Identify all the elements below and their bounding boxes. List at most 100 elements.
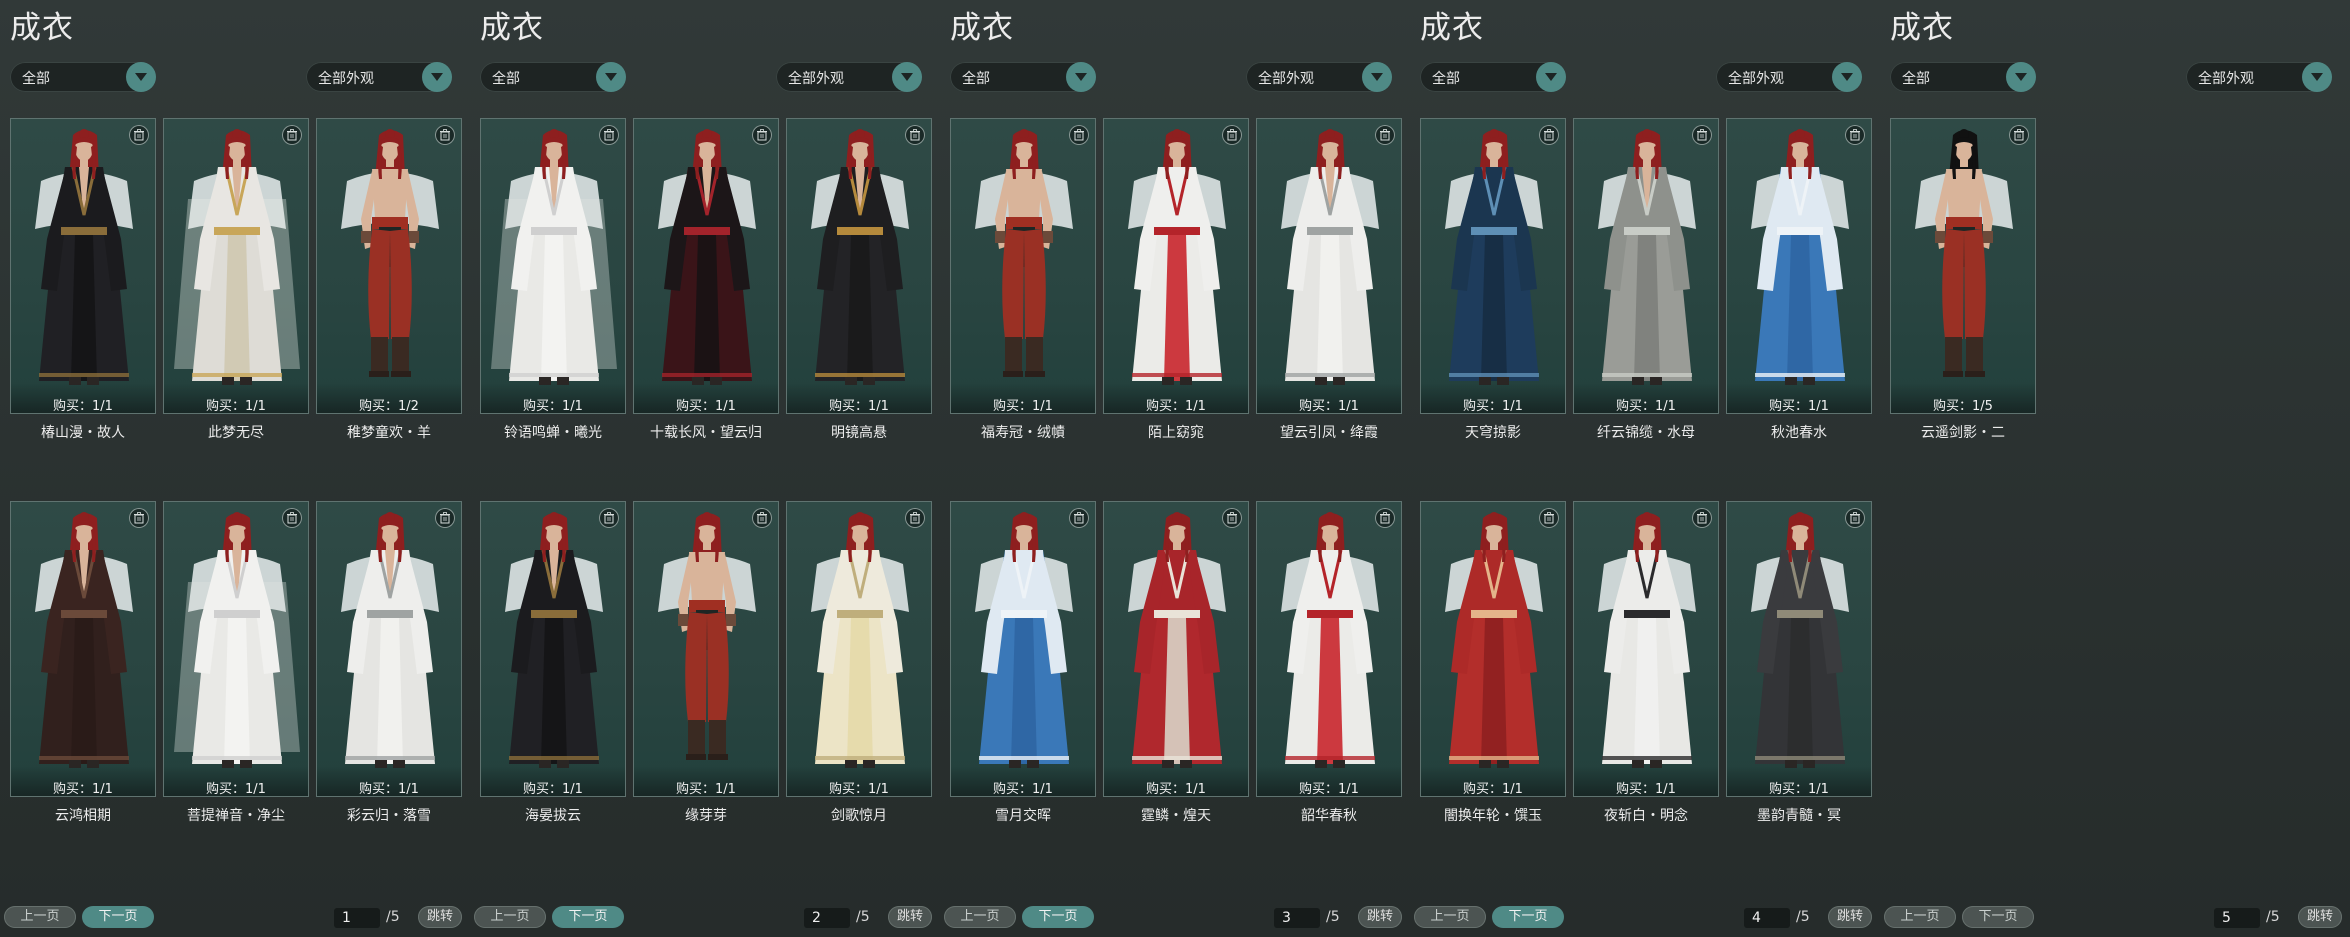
outfit-preview[interactable] xyxy=(633,501,779,797)
appearance-filter-dropdown[interactable]: 全部外观 xyxy=(1246,62,1392,92)
outfit-preview[interactable] xyxy=(633,118,779,414)
outfit-card[interactable]: 购买：1/1 剑歌惊月 xyxy=(786,501,932,824)
outfit-preview[interactable] xyxy=(163,118,309,414)
outfit-preview[interactable] xyxy=(1890,118,2036,414)
prev-page-button[interactable]: 上一页 xyxy=(1414,906,1486,928)
outfit-preview[interactable] xyxy=(1256,118,1402,414)
prev-page-button[interactable]: 上一页 xyxy=(4,906,76,928)
trash-icon[interactable] xyxy=(752,508,772,528)
page-number-input[interactable]: 5 xyxy=(2214,908,2260,928)
trash-icon[interactable] xyxy=(435,508,455,528)
trash-icon[interactable] xyxy=(599,125,619,145)
next-page-button[interactable]: 下一页 xyxy=(1492,906,1564,928)
outfit-preview[interactable] xyxy=(1726,501,1872,797)
jump-button[interactable]: 跳转 xyxy=(1828,906,1872,928)
outfit-card[interactable]: 购买：1/1 十载长风・望云归 xyxy=(633,118,779,441)
outfit-preview[interactable] xyxy=(10,118,156,414)
chevron-down-icon[interactable] xyxy=(1362,62,1392,92)
outfit-card[interactable]: 购买：1/1 纤云锦缆・水母 xyxy=(1573,118,1719,441)
appearance-filter-dropdown[interactable]: 全部外观 xyxy=(306,62,452,92)
prev-page-button[interactable]: 上一页 xyxy=(1884,906,1956,928)
chevron-down-icon[interactable] xyxy=(1066,62,1096,92)
chevron-down-icon[interactable] xyxy=(892,62,922,92)
trash-icon[interactable] xyxy=(2009,125,2029,145)
trash-icon[interactable] xyxy=(752,125,772,145)
trash-icon[interactable] xyxy=(1375,508,1395,528)
category-filter-dropdown[interactable]: 全部 xyxy=(1420,62,1566,92)
outfit-preview[interactable] xyxy=(163,501,309,797)
outfit-card[interactable]: 购买：1/1 霆鳞・煌天 xyxy=(1103,501,1249,824)
jump-button[interactable]: 跳转 xyxy=(2298,906,2342,928)
outfit-preview[interactable] xyxy=(950,118,1096,414)
chevron-down-icon[interactable] xyxy=(126,62,156,92)
trash-icon[interactable] xyxy=(1845,508,1865,528)
trash-icon[interactable] xyxy=(1069,125,1089,145)
outfit-card[interactable]: 购买：1/1 彩云归・落雪 xyxy=(316,501,462,824)
jump-button[interactable]: 跳转 xyxy=(888,906,932,928)
trash-icon[interactable] xyxy=(435,125,455,145)
next-page-button[interactable]: 下一页 xyxy=(1962,906,2034,928)
outfit-card[interactable]: 购买：1/1 云鸿相期 xyxy=(10,501,156,824)
chevron-down-icon[interactable] xyxy=(596,62,626,92)
category-filter-dropdown[interactable]: 全部 xyxy=(950,62,1096,92)
trash-icon[interactable] xyxy=(1539,508,1559,528)
outfit-preview[interactable] xyxy=(1573,118,1719,414)
outfit-preview[interactable] xyxy=(316,118,462,414)
outfit-card[interactable]: 购买：1/1 缘芽芽 xyxy=(633,501,779,824)
outfit-preview[interactable] xyxy=(480,501,626,797)
outfit-card[interactable]: 购买：1/1 秋池春水 xyxy=(1726,118,1872,441)
page-number-input[interactable]: 3 xyxy=(1274,908,1320,928)
jump-button[interactable]: 跳转 xyxy=(1358,906,1402,928)
next-page-button[interactable]: 下一页 xyxy=(1022,906,1094,928)
outfit-card[interactable]: 购买：1/1 望云引凤・绛霞 xyxy=(1256,118,1402,441)
outfit-card[interactable]: 购买：1/1 明镜高悬 xyxy=(786,118,932,441)
next-page-button[interactable]: 下一页 xyxy=(552,906,624,928)
outfit-card[interactable]: 购买：1/1 此梦无尽 xyxy=(163,118,309,441)
outfit-card[interactable]: 购买：1/1 天穹掠影 xyxy=(1420,118,1566,441)
outfit-card[interactable]: 购买：1/1 夜斩白・明念 xyxy=(1573,501,1719,824)
trash-icon[interactable] xyxy=(599,508,619,528)
trash-icon[interactable] xyxy=(1375,125,1395,145)
chevron-down-icon[interactable] xyxy=(1832,62,1862,92)
outfit-card[interactable]: 购买：1/1 椿山漫・故人 xyxy=(10,118,156,441)
category-filter-dropdown[interactable]: 全部 xyxy=(480,62,626,92)
trash-icon[interactable] xyxy=(1069,508,1089,528)
page-number-input[interactable]: 1 xyxy=(334,908,380,928)
appearance-filter-dropdown[interactable]: 全部外观 xyxy=(776,62,922,92)
trash-icon[interactable] xyxy=(129,125,149,145)
outfit-card[interactable]: 购买：1/2 稚梦童欢・羊 xyxy=(316,118,462,441)
trash-icon[interactable] xyxy=(282,508,302,528)
outfit-card[interactable]: 购买：1/1 福寿冠・绒幘 xyxy=(950,118,1096,441)
trash-icon[interactable] xyxy=(1692,508,1712,528)
outfit-card[interactable]: 购买：1/1 陌上窈窕 xyxy=(1103,118,1249,441)
outfit-preview[interactable] xyxy=(1726,118,1872,414)
outfit-card[interactable]: 购买：1/1 海晏拔云 xyxy=(480,501,626,824)
outfit-card[interactable]: 购买：1/1 闇换年轮・馔玉 xyxy=(1420,501,1566,824)
outfit-card[interactable]: 购买：1/1 墨韵青髓・冥 xyxy=(1726,501,1872,824)
outfit-card[interactable]: 购买：1/5 云遥剑影・二 xyxy=(1890,118,2036,441)
outfit-card[interactable]: 购买：1/1 菩提禅音・净尘 xyxy=(163,501,309,824)
trash-icon[interactable] xyxy=(905,125,925,145)
category-filter-dropdown[interactable]: 全部 xyxy=(10,62,156,92)
chevron-down-icon[interactable] xyxy=(1536,62,1566,92)
trash-icon[interactable] xyxy=(1539,125,1559,145)
appearance-filter-dropdown[interactable]: 全部外观 xyxy=(2186,62,2332,92)
appearance-filter-dropdown[interactable]: 全部外观 xyxy=(1716,62,1862,92)
outfit-preview[interactable] xyxy=(1420,501,1566,797)
trash-icon[interactable] xyxy=(282,125,302,145)
next-page-button[interactable]: 下一页 xyxy=(82,906,154,928)
trash-icon[interactable] xyxy=(1845,125,1865,145)
trash-icon[interactable] xyxy=(129,508,149,528)
prev-page-button[interactable]: 上一页 xyxy=(944,906,1016,928)
trash-icon[interactable] xyxy=(1222,508,1242,528)
trash-icon[interactable] xyxy=(905,508,925,528)
chevron-down-icon[interactable] xyxy=(422,62,452,92)
outfit-preview[interactable] xyxy=(1103,501,1249,797)
trash-icon[interactable] xyxy=(1692,125,1712,145)
chevron-down-icon[interactable] xyxy=(2302,62,2332,92)
page-number-input[interactable]: 2 xyxy=(804,908,850,928)
outfit-preview[interactable] xyxy=(950,501,1096,797)
outfit-card[interactable]: 购买：1/1 韶华春秋 xyxy=(1256,501,1402,824)
outfit-preview[interactable] xyxy=(786,118,932,414)
outfit-preview[interactable] xyxy=(786,501,932,797)
